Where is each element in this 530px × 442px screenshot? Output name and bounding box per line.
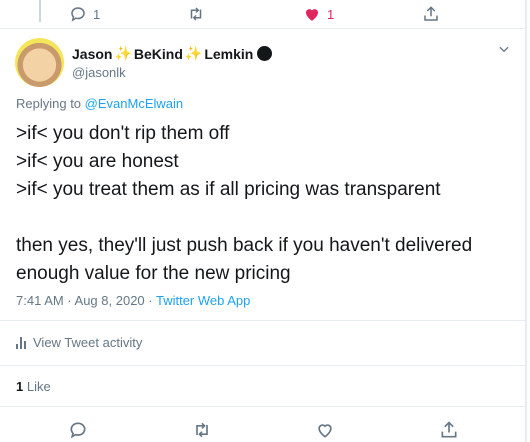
author-name[interactable]: Jason ✨ BeKind ✨ Lemkin bbox=[72, 45, 273, 62]
reply-icon bbox=[71, 7, 85, 22]
likes-count: 1 bbox=[16, 379, 24, 394]
share-button[interactable] bbox=[422, 5, 440, 23]
tweet-line: >if< you treat them as if all pricing wa… bbox=[16, 179, 441, 200]
chevron-down-icon[interactable] bbox=[497, 42, 511, 56]
author-first-name: Jason bbox=[72, 45, 113, 62]
author-handle[interactable]: @jasonlk bbox=[72, 65, 126, 80]
retweet-button[interactable] bbox=[187, 5, 205, 23]
source-link[interactable]: Twitter Web App bbox=[156, 293, 250, 308]
likes-summary[interactable]: 1 Like bbox=[16, 379, 51, 394]
heart-filled-icon bbox=[306, 9, 318, 21]
tweet-text: >if< you don't rip them off >if< you are… bbox=[16, 120, 521, 288]
avatar[interactable] bbox=[15, 38, 64, 87]
tweet-line: >if< you are honest bbox=[16, 151, 179, 172]
divider bbox=[0, 320, 525, 321]
timestamp[interactable]: 7:41 AM · Aug 8, 2020 · bbox=[16, 293, 156, 308]
divider bbox=[0, 365, 525, 366]
replying-to-label: Replying to bbox=[16, 96, 82, 111]
author-middle-name: BeKind bbox=[133, 45, 183, 62]
divider bbox=[0, 406, 525, 407]
like-count: 1 bbox=[327, 6, 335, 22]
reply-button[interactable]: 1 bbox=[69, 5, 100, 23]
tweet-meta: 7:41 AM · Aug 8, 2020 · Twitter Web App bbox=[16, 293, 250, 308]
sparkle-icon: ✨ bbox=[114, 45, 132, 61]
sparkle-icon: ✨ bbox=[184, 45, 203, 61]
heart-icon[interactable] bbox=[315, 420, 335, 440]
replying-to: Replying to @EvanMcElwain bbox=[16, 96, 183, 111]
view-tweet-activity-button[interactable]: View Tweet activity bbox=[16, 335, 142, 350]
tweet-line: then yes, they'll just push back if you … bbox=[16, 235, 473, 256]
tweet-line: >if< you don't rip them off bbox=[16, 123, 230, 144]
like-button-liked[interactable]: 1 bbox=[303, 5, 334, 23]
likes-label: Like bbox=[26, 379, 51, 394]
analytics-icon bbox=[16, 336, 26, 349]
panel-border bbox=[525, 0, 527, 442]
author-last-name: Lemkin bbox=[204, 45, 254, 62]
retweet-icon[interactable] bbox=[192, 420, 212, 440]
share-icon[interactable] bbox=[439, 420, 459, 440]
previous-tweet-actions: 1 1 bbox=[0, 0, 520, 30]
black-circle-icon bbox=[257, 46, 273, 61]
replying-to-handle-link[interactable]: @EvanMcElwain bbox=[85, 96, 183, 111]
activity-label: View Tweet activity bbox=[33, 335, 143, 350]
tweet-line: enough value for the new pricing bbox=[16, 263, 291, 284]
divider bbox=[0, 28, 525, 29]
share-icon bbox=[424, 6, 438, 21]
reply-count: 1 bbox=[93, 6, 101, 22]
reply-icon[interactable] bbox=[68, 420, 88, 440]
retweet-icon bbox=[190, 7, 202, 21]
